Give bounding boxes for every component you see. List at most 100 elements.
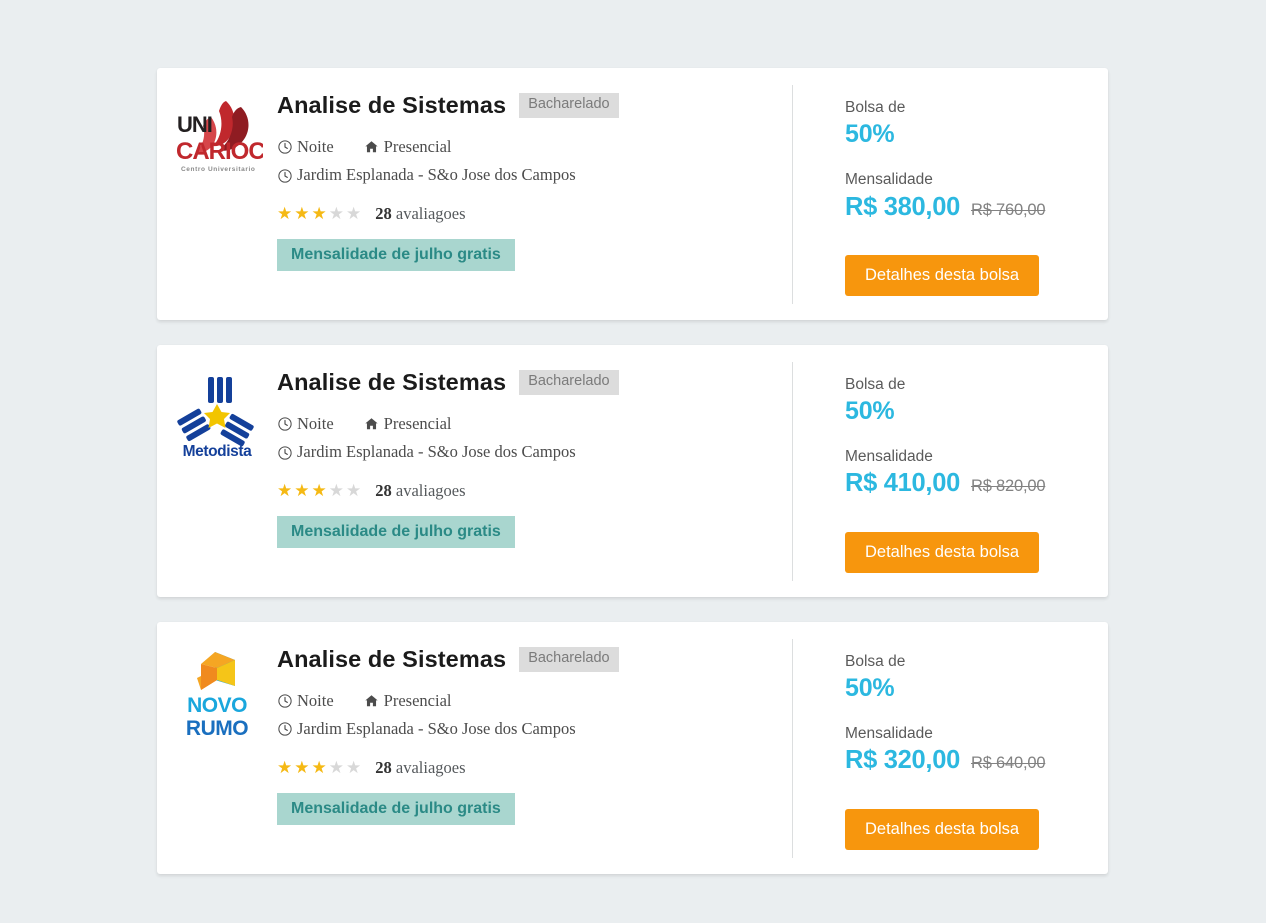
card-price-section: Bolsa de 50% Mensalidade R$ 320,00 R$ 64… xyxy=(793,622,1108,874)
tuition-price-original: R$ 760,00 xyxy=(970,200,1046,219)
tuition-price-discounted: R$ 380,00 xyxy=(845,192,960,221)
course-title: Analise de Sistemas xyxy=(277,368,507,395)
scholarship-card[interactable]: NOVO RUMO Analise de Sistemas Bacharelad… xyxy=(157,621,1108,874)
tuition-block: Mensalidade R$ 320,00 R$ 640,00 xyxy=(845,724,1108,776)
rating-star: ★ xyxy=(346,204,362,224)
novorumo-logo: NOVO RUMO xyxy=(169,648,265,740)
tuition-price-discounted: R$ 320,00 xyxy=(845,746,960,775)
course-location-row: Jardim Esplanada - S&o Jose dos Campos xyxy=(277,715,793,743)
scholarship-card[interactable]: UNI CARIOCA Centro Universitario Analise… xyxy=(157,68,1108,320)
rating-star: ★ xyxy=(311,758,327,778)
reviews-text: 28 avaliagoes xyxy=(375,481,465,501)
course-shift-label: Noite xyxy=(297,690,334,710)
svg-text:RUMO: RUMO xyxy=(186,717,248,740)
reviews-text: 28 avaliagoes xyxy=(375,758,465,778)
degree-badge: Bacharelado xyxy=(519,646,619,672)
scholarship-percent: 50% xyxy=(845,674,895,703)
card-price-section: Bolsa de 50% Mensalidade R$ 380,00 R$ 76… xyxy=(793,68,1108,320)
tuition-price-discounted: R$ 410,00 xyxy=(845,469,960,498)
scholarship-details-button[interactable]: Detalhes desta bolsa xyxy=(845,531,1040,573)
course-title-row: Analise de Sistemas Bacharelado xyxy=(277,646,793,673)
rating-star: ★ xyxy=(311,481,327,501)
svg-text:CARIOCA: CARIOCA xyxy=(176,138,263,165)
tuition-price-row: R$ 380,00 R$ 760,00 xyxy=(845,193,1108,222)
unicarioca-logo: UNI CARIOCA Centro Universitario xyxy=(169,94,265,186)
rating-star: ★ xyxy=(328,481,344,501)
course-shift: Noite xyxy=(277,133,334,161)
rating-star: ★ xyxy=(277,481,293,501)
page-root: UNI CARIOCA Centro Universitario Analise… xyxy=(0,0,1266,923)
tuition-price-row: R$ 410,00 R$ 820,00 xyxy=(845,469,1108,498)
rating-star: ★ xyxy=(346,481,362,501)
card-info-section: Metodista Analise de Sistemas Bacharelad… xyxy=(157,345,793,597)
course-title-row: Analise de Sistemas Bacharelado xyxy=(277,369,793,396)
promo-badge: Mensalidade de julho gratis xyxy=(277,515,515,548)
course-shift-label: Noite xyxy=(297,413,334,433)
rating-star: ★ xyxy=(294,758,310,778)
rating-stars: ★ ★ ★ ★ ★ xyxy=(277,205,361,222)
scholarship-details-button[interactable]: Detalhes desta bolsa xyxy=(845,254,1040,296)
reviews-count: 28 xyxy=(375,203,392,223)
rating-row: ★ ★ ★ ★ ★ 28 avaliagoes xyxy=(277,481,793,501)
scholarship-label: Bolsa de xyxy=(845,375,906,393)
institution-logo-container: Metodista xyxy=(157,369,277,575)
rating-row: ★ ★ ★ ★ ★ 28 avaliagoes xyxy=(277,204,793,224)
course-modality: Presencial xyxy=(364,687,452,715)
degree-badge: Bacharelado xyxy=(519,93,619,118)
course-shift-modality-row: Noite Presencial xyxy=(277,133,793,161)
scholarship-card-list: UNI CARIOCA Centro Universitario Analise… xyxy=(157,68,1108,899)
svg-text:Metodista: Metodista xyxy=(183,443,253,460)
reviews-count: 28 xyxy=(375,757,392,777)
tuition-price-row: R$ 320,00 R$ 640,00 xyxy=(845,746,1108,775)
scholarship-details-button[interactable]: Detalhes desta bolsa xyxy=(845,808,1040,850)
course-shift: Noite xyxy=(277,687,334,715)
rating-star: ★ xyxy=(346,758,362,778)
course-modality: Presencial xyxy=(364,133,452,161)
course-location-label: Jardim Esplanada - S&o Jose dos Campos xyxy=(297,719,576,739)
tuition-price-original: R$ 640,00 xyxy=(970,754,1046,773)
course-title: Analise de Sistemas xyxy=(277,92,507,118)
course-modality-label: Presencial xyxy=(383,137,452,157)
course-title-row: Analise de Sistemas Bacharelado xyxy=(277,92,793,119)
scholarship-card[interactable]: Metodista Analise de Sistemas Bacharelad… xyxy=(157,344,1108,597)
degree-badge: Bacharelado xyxy=(519,369,619,395)
reviews-text: 28 avaliagoes xyxy=(375,204,465,224)
course-modality: Presencial xyxy=(364,410,452,438)
tuition-price-original: R$ 820,00 xyxy=(970,477,1046,496)
course-location-row: Jardim Esplanada - S&o Jose dos Campos xyxy=(277,438,793,466)
home-icon xyxy=(364,694,379,709)
card-price-section: Bolsa de 50% Mensalidade R$ 410,00 R$ 82… xyxy=(793,345,1108,597)
scholarship-label: Bolsa de xyxy=(845,652,906,670)
course-location: Jardim Esplanada - S&o Jose dos Campos xyxy=(277,161,576,189)
course-info: Analise de Sistemas Bacharelado Noite Pr… xyxy=(277,369,793,575)
promo-badge: Mensalidade de julho gratis xyxy=(277,238,515,271)
clock-icon xyxy=(277,417,292,432)
home-icon xyxy=(364,417,379,432)
course-title: Analise de Sistemas xyxy=(277,645,507,672)
clock-icon xyxy=(277,168,292,183)
course-modality-label: Presencial xyxy=(383,690,452,710)
rating-stars: ★ ★ ★ ★ ★ xyxy=(277,759,361,776)
rating-star: ★ xyxy=(277,758,293,778)
rating-star: ★ xyxy=(311,204,327,224)
course-shift-modality-row: Noite Presencial xyxy=(277,687,793,715)
reviews-count: 28 xyxy=(375,480,392,500)
institution-logo-container: UNI CARIOCA Centro Universitario xyxy=(157,92,277,298)
tuition-block: Mensalidade R$ 380,00 R$ 760,00 xyxy=(845,170,1108,222)
course-location-label: Jardim Esplanada - S&o Jose dos Campos xyxy=(297,165,576,185)
course-modality-label: Presencial xyxy=(383,413,452,433)
svg-text:UNI: UNI xyxy=(177,112,212,137)
clock-icon xyxy=(277,445,292,460)
institution-logo-container: NOVO RUMO xyxy=(157,646,277,852)
svg-text:NOVO: NOVO xyxy=(187,694,247,717)
tuition-label: Mensalidade xyxy=(845,171,933,189)
rating-star: ★ xyxy=(294,204,310,224)
tuition-block: Mensalidade R$ 410,00 R$ 820,00 xyxy=(845,447,1108,499)
course-location-row: Jardim Esplanada - S&o Jose dos Campos xyxy=(277,161,793,189)
scholarship-label: Bolsa de xyxy=(845,99,906,116)
tuition-label: Mensalidade xyxy=(845,725,933,743)
metodista-logo: Metodista xyxy=(169,371,265,463)
rating-star: ★ xyxy=(294,481,310,501)
clock-icon xyxy=(277,140,292,155)
tuition-label: Mensalidade xyxy=(845,448,933,466)
